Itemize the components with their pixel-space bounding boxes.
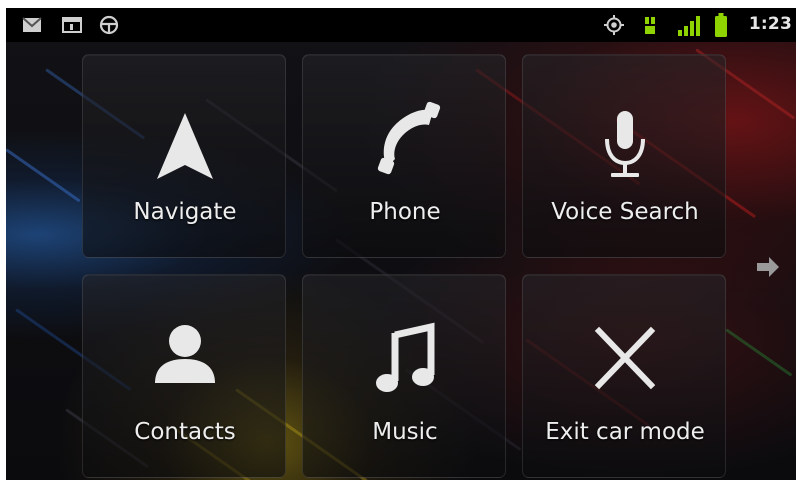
- voice-search-label: Voice Search: [551, 199, 699, 225]
- calendar-icon: [62, 17, 82, 33]
- voice-search-button[interactable]: Voice Search: [522, 54, 726, 258]
- car-mode-icon: [99, 15, 119, 35]
- battery-icon: [715, 13, 727, 37]
- navigate-label: Navigate: [133, 199, 237, 225]
- exit-car-mode-label: Exit car mode: [545, 419, 705, 445]
- contacts-button[interactable]: Contacts: [82, 274, 286, 478]
- music-label: Music: [372, 419, 438, 445]
- phone-label: Phone: [369, 199, 441, 225]
- status-bar: 1:23: [6, 8, 796, 42]
- music-note-icon: [376, 322, 435, 392]
- signal-icon: [678, 16, 700, 36]
- microphone-icon: [605, 111, 645, 177]
- exit-car-mode-button[interactable]: Exit car mode: [522, 274, 726, 478]
- data-3g-icon: [645, 17, 655, 34]
- navigate-button[interactable]: Navigate: [82, 54, 286, 258]
- navigate-arrow-icon: [157, 113, 213, 179]
- music-button[interactable]: Music: [302, 274, 506, 478]
- close-x-icon: [594, 326, 656, 390]
- arrow-right-icon[interactable]: [755, 255, 781, 279]
- gps-icon: [604, 15, 624, 35]
- phone-button[interactable]: Phone: [302, 54, 506, 258]
- person-icon: [155, 325, 215, 383]
- gmail-icon: [22, 17, 42, 32]
- car-home-screen: 1:23 Navigate Phone Voice Search Contact…: [6, 8, 796, 480]
- contacts-label: Contacts: [134, 419, 236, 445]
- phone-handset-icon: [377, 101, 441, 175]
- clock: 1:23: [748, 14, 792, 34]
